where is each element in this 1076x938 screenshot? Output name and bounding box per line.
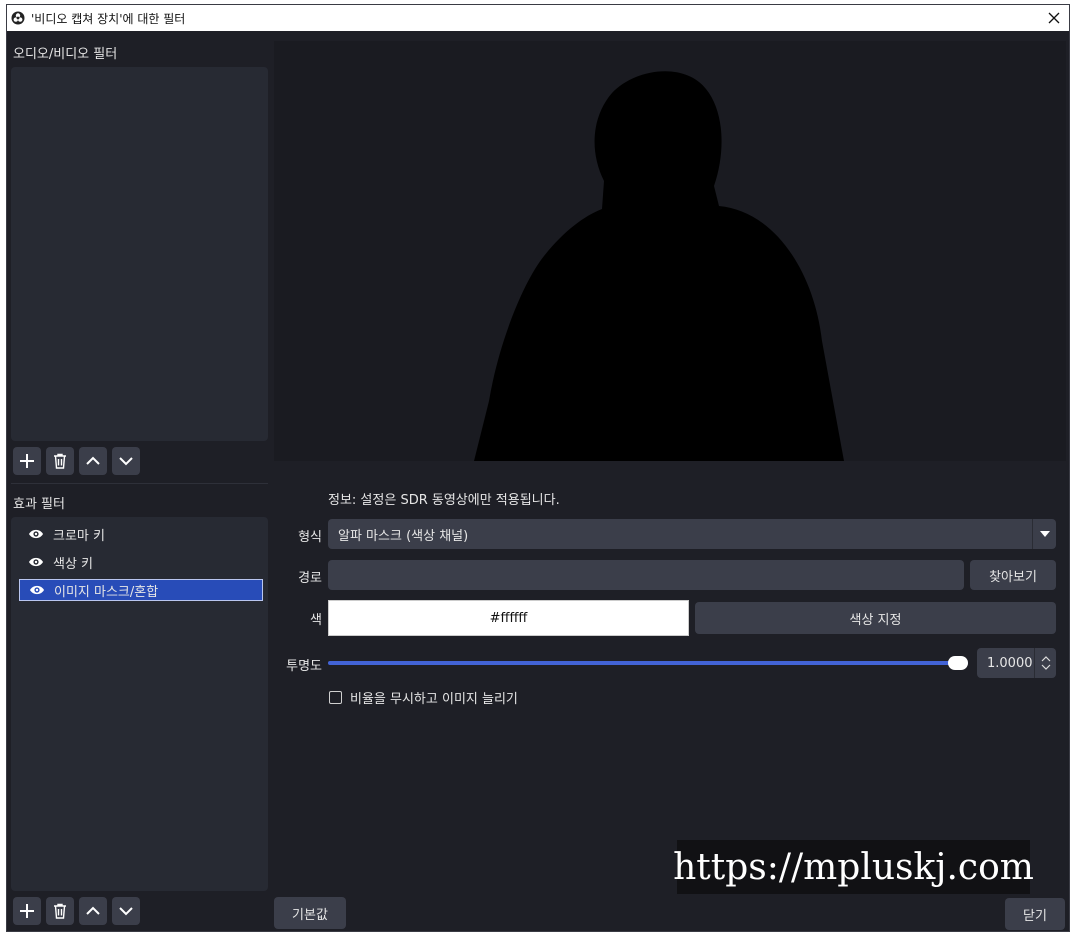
close-window-button[interactable]	[1041, 6, 1067, 30]
source-preview	[274, 41, 1066, 461]
remove-effect-filter-button[interactable]	[46, 897, 74, 925]
type-select[interactable]: 알파 마스크 (색상 채널)	[328, 519, 1056, 549]
opacity-label: 투명도	[286, 659, 322, 674]
path-input[interactable]	[328, 560, 964, 590]
filter-item-label: 크로마 키	[53, 528, 105, 544]
effect-filter-buttons	[13, 897, 140, 925]
move-effect-filter-up-button[interactable]	[79, 897, 107, 925]
effect-filters-label: 효과 필터	[13, 497, 65, 512]
type-label: 형식	[298, 530, 322, 545]
stretch-image-checkbox-row[interactable]: 비율을 무시하고 이미지 늘리기	[329, 688, 518, 707]
trash-icon	[54, 453, 66, 469]
caret-down-icon	[1039, 531, 1050, 537]
eye-icon	[29, 557, 43, 567]
visibility-toggle[interactable]	[27, 553, 45, 571]
eye-icon	[30, 585, 44, 595]
opacity-slider[interactable]	[328, 656, 968, 670]
plus-icon	[20, 454, 34, 468]
filters-window: '비디오 캡쳐 장치'에 대한 필터 오디오/비디오 필터 효과 필터 크로마 …	[6, 4, 1070, 932]
spin-arrows[interactable]	[1034, 648, 1056, 678]
move-audio-video-filter-up-button[interactable]	[79, 447, 107, 475]
add-audio-video-filter-button[interactable]	[13, 447, 41, 475]
eye-icon	[29, 529, 43, 539]
move-effect-filter-down-button[interactable]	[112, 897, 140, 925]
color-label: 색	[310, 613, 322, 628]
chevron-down-icon	[119, 457, 133, 466]
plus-icon	[20, 904, 34, 918]
defaults-button[interactable]: 기본값	[274, 897, 346, 929]
effect-filter-item-color-key[interactable]: 색상 키	[19, 551, 263, 573]
person-silhouette	[474, 71, 844, 461]
slider-handle[interactable]	[948, 656, 968, 670]
trash-icon	[54, 903, 66, 919]
browse-button[interactable]: 찾아보기	[970, 560, 1056, 590]
visibility-toggle[interactable]	[27, 525, 45, 543]
dropdown-arrow[interactable]	[1032, 519, 1056, 549]
stretch-image-checkbox[interactable]	[329, 691, 342, 704]
chevron-down-icon	[1041, 664, 1050, 670]
chevron-up-icon	[1041, 656, 1050, 662]
audio-video-filters-list[interactable]	[11, 67, 268, 441]
move-audio-video-filter-down-button[interactable]	[112, 447, 140, 475]
section-divider	[11, 483, 268, 484]
opacity-spinbox[interactable]: 1.0000	[977, 648, 1056, 678]
audio-video-filters-label: 오디오/비디오 필터	[13, 47, 118, 62]
effect-filters-list[interactable]	[11, 517, 268, 891]
close-icon	[1048, 12, 1060, 24]
select-color-button[interactable]: 색상 지정	[695, 602, 1056, 634]
chevron-down-icon	[119, 907, 133, 916]
close-button[interactable]: 닫기	[1005, 898, 1065, 930]
title-bar: '비디오 캡쳐 장치'에 대한 필터	[7, 5, 1069, 31]
info-text: 정보: 설정은 SDR 동영상에만 적용됩니다.	[328, 493, 560, 508]
effect-filter-item-chroma-key[interactable]: 크로마 키	[19, 523, 263, 545]
add-effect-filter-button[interactable]	[13, 897, 41, 925]
remove-audio-video-filter-button[interactable]	[46, 447, 74, 475]
color-swatch: #ffffff	[328, 600, 689, 636]
chevron-up-icon	[86, 456, 100, 465]
path-label: 경로	[298, 571, 322, 586]
filter-item-label: 이미지 마스크/혼합	[54, 584, 159, 600]
filter-item-label: 색상 키	[53, 556, 94, 572]
chevron-up-icon	[86, 906, 100, 915]
watermark-text: https://mpluskj.com	[673, 840, 1034, 894]
audio-video-filter-buttons	[13, 447, 140, 475]
stretch-image-label: 비율을 무시하고 이미지 늘리기	[350, 692, 518, 707]
opacity-value: 1.0000	[987, 655, 1033, 671]
visibility-toggle[interactable]	[28, 581, 46, 599]
window-title: '비디오 캡쳐 장치'에 대한 필터	[31, 11, 186, 26]
type-select-value: 알파 마스크 (색상 채널)	[338, 528, 469, 544]
filter-lists-panel: 오디오/비디오 필터 효과 필터 크로마 키 색상 키 이미지 마스크/혼합	[7, 31, 269, 931]
obs-logo-icon	[11, 11, 25, 25]
effect-filter-item-image-mask[interactable]: 이미지 마스크/혼합	[19, 579, 263, 601]
